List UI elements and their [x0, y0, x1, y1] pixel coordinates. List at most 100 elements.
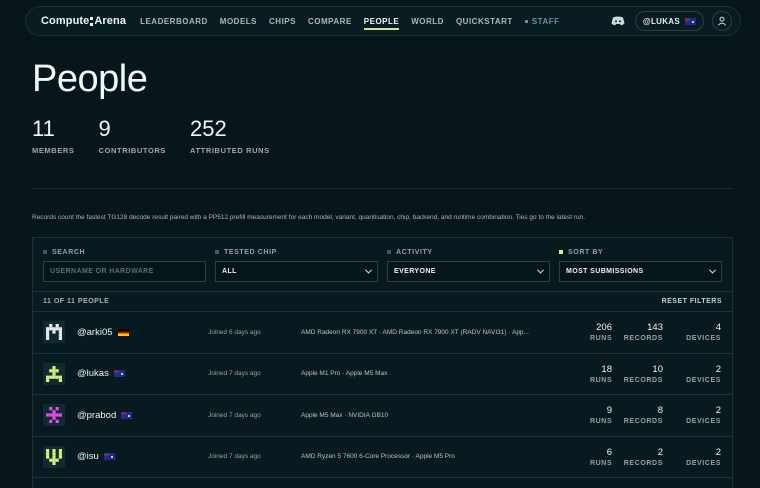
chip-select[interactable]: ALL [215, 261, 378, 282]
account-button[interactable] [712, 11, 732, 31]
filter-sort-label: SORT BY [559, 247, 722, 257]
sort-select-value: MOST SUBMISSIONS [566, 268, 644, 275]
runs-label: RUNS [590, 418, 613, 426]
username-label: @prabod [77, 409, 117, 421]
brand-logo[interactable]: Compute Arena [41, 15, 126, 27]
square-bullet-icon [559, 250, 563, 254]
records-value: 8 [657, 405, 663, 417]
reset-filters-button[interactable]: RESET FILTERS [662, 298, 722, 305]
filter-chip: TESTED CHIP ALL [215, 247, 378, 291]
stat-label: CONTRIBUTORS [98, 146, 167, 155]
square-bullet-icon [387, 250, 391, 254]
pixel-avatar-icon [46, 365, 62, 382]
staff-dot-icon [524, 19, 528, 23]
chevron-down-icon [536, 266, 545, 274]
people-count: 11 OF 11 PEOPLE [43, 298, 110, 305]
username[interactable]: @arki05 [77, 327, 208, 338]
runs-stat: 206 RUNS [590, 322, 612, 342]
pixel-avatar-icon [46, 407, 62, 424]
records-note: Records count the fastest TG128 decode r… [32, 214, 586, 221]
stat-contributors: 9 CONTRIBUTORS [98, 116, 167, 156]
runs-label: RUNS [590, 459, 613, 467]
user-icon [717, 16, 727, 26]
devices-stat: 2 DEVICES [663, 405, 721, 425]
filter-sort: SORT BY MOST SUBMISSIONS [559, 247, 722, 291]
username[interactable]: @prabod [77, 410, 208, 421]
records-stat: 2 RECORDS [612, 447, 663, 467]
nav-link-people[interactable]: PEOPLE [363, 7, 400, 35]
stat-members: 11 MEMBERS [32, 116, 75, 156]
sort-select[interactable]: MOST SUBMISSIONS [559, 261, 722, 282]
brand-colon-icon [90, 16, 94, 26]
stat-value: 252 [190, 116, 227, 141]
divider [32, 188, 732, 189]
row-stats: 6 RUNS 2 RECORDS 2 DEVICES [590, 447, 722, 467]
nav-link-quickstart[interactable]: QUICKSTART [456, 7, 513, 35]
australia-flag-icon [121, 411, 133, 419]
page-title: People [32, 58, 148, 100]
runs-stat: 18 RUNS [590, 364, 612, 384]
devices-stat: 2 DEVICES [663, 447, 721, 467]
devices-stat: 4 DEVICES [663, 322, 721, 342]
nav-link-staff-label: STAFF [531, 16, 560, 26]
devices-value: 2 [715, 405, 721, 417]
filter-activity: ACTIVITY EVERYONE [387, 247, 550, 291]
devices-value: 4 [715, 322, 721, 334]
records-value: 2 [657, 446, 663, 458]
nav-link-world[interactable]: WORLD [411, 7, 444, 35]
chip-select-value: ALL [222, 268, 237, 275]
nav-links: LEADERBOARD MODELS CHIPS COMPARE PEOPLE WORLD… [140, 7, 525, 35]
devices-value: 2 [715, 363, 721, 375]
activity-select[interactable]: EVERYONE [387, 261, 550, 282]
avatar [43, 404, 65, 427]
runs-value: 206 [596, 322, 612, 334]
search-input[interactable]: USERNAME OR HARDWARE [43, 261, 206, 282]
username[interactable]: @isu [77, 451, 208, 462]
nav-link-staff[interactable]: STAFF [524, 16, 560, 26]
brand-left: Compute [41, 15, 90, 27]
avatar [43, 321, 65, 344]
list-item[interactable]: @prabod Joined 7 days ago Apple M5 Max · N… [33, 395, 732, 437]
search-placeholder: USERNAME OR HARDWARE [50, 268, 154, 275]
username-label: @lukas [77, 368, 109, 380]
hardware-list: AMD Ryzen 5 7600 6-Core Processor · Appl… [301, 453, 455, 461]
devices-value: 2 [715, 446, 721, 458]
australia-flag-icon [685, 17, 696, 25]
people-list: @arki05 Joined 6 days ago AMD Radeon RX 79… [33, 312, 732, 478]
filter-activity-label: ACTIVITY [387, 247, 550, 257]
stat-attributed-runs: 252 ATTRIBUTED RUNS [190, 116, 270, 156]
nav-link-compare[interactable]: COMPARE [308, 7, 352, 35]
runs-value: 6 [606, 446, 612, 458]
nav-link-chips[interactable]: CHIPS [269, 7, 296, 35]
stat-label: ATTRIBUTED RUNS [190, 146, 270, 155]
filters-bar: SEARCH USERNAME OR HARDWARE TESTED CHIP … [33, 238, 732, 292]
username-label: @arki05 [77, 326, 113, 338]
runs-value: 18 [601, 363, 612, 375]
records-label: RECORDS [623, 335, 663, 343]
chevron-down-icon [708, 266, 717, 274]
list-header: 11 OF 11 PEOPLE RESET FILTERS [33, 292, 732, 312]
brand-right: Arena [94, 15, 127, 27]
joined-date: Joined 6 days ago [208, 328, 261, 336]
stat-value: 11 [32, 116, 55, 141]
joined-date: Joined 7 days ago [208, 411, 261, 419]
devices-label: DEVICES [686, 376, 721, 384]
pixel-avatar-icon [46, 448, 62, 465]
filter-search: SEARCH USERNAME OR HARDWARE [43, 247, 206, 291]
hardware-list: Apple M1 Pro · Apple M5 Max [301, 370, 388, 378]
row-stats: 18 RUNS 10 RECORDS 2 DEVICES [590, 364, 722, 384]
list-item[interactable]: @isu Joined 7 days ago AMD Ryzen 5 7600 6-… [33, 437, 732, 478]
nav-link-models[interactable]: MODELS [220, 7, 257, 35]
stat-value: 9 [98, 116, 111, 141]
nav-link-leaderboard[interactable]: LEADERBOARD [140, 7, 208, 35]
filter-search-label: SEARCH [43, 247, 206, 257]
list-item[interactable]: @lukas Joined 7 days ago Apple M1 Pro · Ap… [33, 354, 732, 395]
devices-label: DEVICES [686, 459, 721, 467]
runs-label: RUNS [590, 376, 613, 384]
username[interactable]: @lukas [77, 368, 208, 379]
pixel-avatar-icon [46, 324, 62, 341]
list-item[interactable]: @arki05 Joined 6 days ago AMD Radeon RX 79… [33, 312, 732, 354]
discord-icon[interactable] [611, 16, 625, 26]
user-menu-button[interactable]: @LUKAS [634, 11, 704, 31]
runs-value: 9 [606, 405, 612, 417]
